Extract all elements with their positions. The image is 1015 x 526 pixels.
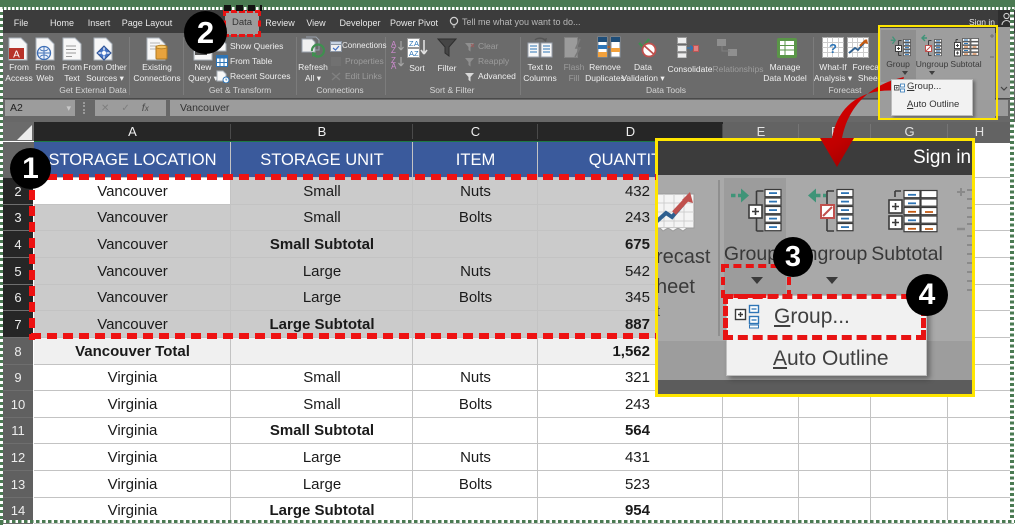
svg-text:?: ? (829, 41, 837, 56)
svg-text:A: A (414, 39, 419, 48)
svg-text:Z: Z (414, 49, 419, 58)
svg-text:A: A (391, 62, 397, 69)
svg-text:A: A (13, 50, 20, 61)
svg-text:Z: Z (391, 46, 396, 53)
